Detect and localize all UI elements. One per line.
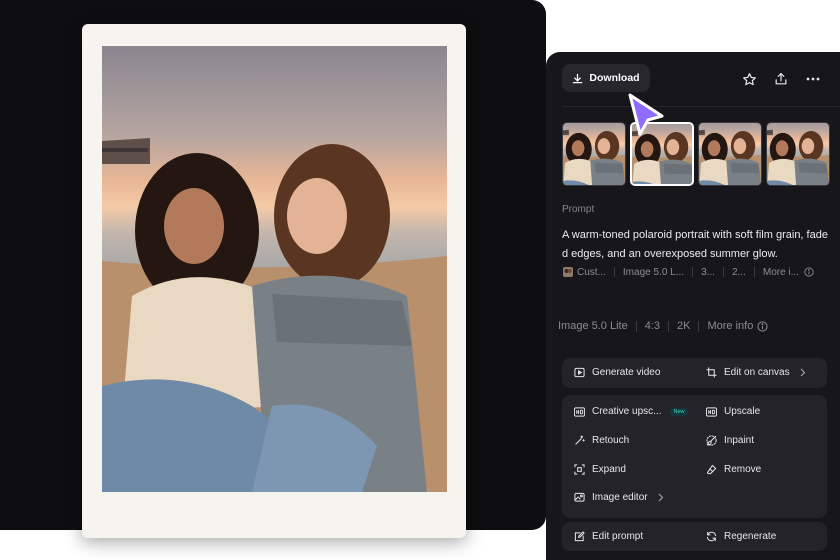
meta-chip-ratio[interactable]: 3... xyxy=(701,267,715,278)
star-icon[interactable] xyxy=(738,68,760,90)
spec-divider xyxy=(668,320,670,332)
pointer-cursor-icon xyxy=(626,92,666,143)
meta-chip-more[interactable]: More i... xyxy=(763,267,814,278)
more-info-link[interactable]: More info xyxy=(707,320,768,332)
prompt-text: A warm-toned polaroid portrait with soft… xyxy=(562,229,828,260)
regenerate-label: Regenerate xyxy=(724,531,777,542)
generate-video-button[interactable]: Generate video xyxy=(574,367,660,378)
meta-divider xyxy=(692,267,694,277)
thumbnail-1[interactable] xyxy=(562,122,626,186)
brush-icon xyxy=(706,435,717,446)
edit-prompt-button[interactable]: Edit prompt xyxy=(574,531,643,542)
share-icon[interactable] xyxy=(770,68,792,90)
meta-chip-more-label: More i... xyxy=(762,266,799,278)
meta-chip-resolution[interactable]: 2... xyxy=(732,267,746,278)
edit-prompt-label: Edit prompt xyxy=(592,531,644,542)
image-editor-button[interactable]: Image editor xyxy=(574,492,666,503)
chevron-right-icon xyxy=(797,367,808,378)
new-badge: New xyxy=(670,407,688,416)
spec-divider xyxy=(698,320,700,332)
retouch-label: Retouch xyxy=(592,435,630,446)
eraser-icon xyxy=(706,464,717,475)
download-button[interactable]: Download xyxy=(562,64,650,92)
more-info-label: More info xyxy=(707,320,754,332)
polaroid-frame xyxy=(82,24,466,538)
thumbnail-strip xyxy=(562,122,830,186)
meta-divider xyxy=(753,267,755,277)
prompt-label: Prompt xyxy=(562,204,595,215)
header-divider xyxy=(562,106,840,107)
more-icon[interactable] xyxy=(802,68,824,90)
retouch-button[interactable]: Retouch xyxy=(574,435,629,446)
primary-actions-card: Generate video Edit on canvas xyxy=(562,358,827,388)
prompt-meta-row: Cust... Image 5.0 L... 3... 2... More i.… xyxy=(562,265,832,279)
hd-icon xyxy=(706,406,717,417)
meta-divider xyxy=(613,267,615,277)
style-thumbnail-icon xyxy=(562,267,573,278)
creative-upscale-button[interactable]: Creative upsc... New xyxy=(574,406,688,417)
download-icon xyxy=(572,73,583,84)
generate-video-label: Generate video xyxy=(592,367,661,378)
regenerate-button[interactable]: Regenerate xyxy=(706,531,776,542)
expand-label: Expand xyxy=(592,464,626,475)
info-icon xyxy=(803,267,814,278)
chevron-right-icon xyxy=(655,492,666,503)
thumbnail-4[interactable] xyxy=(766,122,830,186)
creative-upscale-label: Creative upsc... xyxy=(592,406,662,417)
spec-ratio: 4:3 xyxy=(644,320,661,332)
crop-icon xyxy=(706,367,717,378)
edit-on-canvas-button[interactable]: Edit on canvas xyxy=(706,367,808,378)
video-icon xyxy=(574,367,585,378)
image-edit-icon xyxy=(574,492,585,503)
thumbnail-3[interactable] xyxy=(698,122,762,186)
spec-model: Image 5.0 Lite xyxy=(558,320,628,332)
upscale-button[interactable]: Upscale xyxy=(706,406,760,417)
remove-label: Remove xyxy=(724,464,762,475)
spec-row: Image 5.0 Lite 4:3 2K More info xyxy=(558,320,768,332)
inpaint-label: Inpaint xyxy=(724,435,755,446)
meta-chip-model[interactable]: Image 5.0 L... xyxy=(623,267,684,278)
prompt-actions-card: Edit prompt Regenerate xyxy=(562,522,827,551)
meta-chip-style-label: Cust... xyxy=(577,266,606,278)
editing-tools-card: Creative upsc... New Upscale Retouch Inp… xyxy=(562,395,827,518)
meta-divider xyxy=(722,267,724,277)
expand-icon xyxy=(574,464,585,475)
spec-divider xyxy=(635,320,637,332)
edit-prompt-icon xyxy=(574,531,585,542)
meta-chip-style[interactable]: Cust... xyxy=(562,267,606,278)
download-label: Download xyxy=(589,72,640,84)
details-panel: Download Prompt A warm-toned polaroid po… xyxy=(546,52,840,560)
image-stage xyxy=(0,0,546,538)
hd-icon xyxy=(574,406,585,417)
magic-wand-icon xyxy=(574,435,585,446)
remove-button[interactable]: Remove xyxy=(706,464,761,475)
inpaint-button[interactable]: Inpaint xyxy=(706,435,754,446)
info-icon xyxy=(757,320,768,332)
generated-image[interactable] xyxy=(102,46,447,492)
upscale-label: Upscale xyxy=(724,406,761,417)
expand-button[interactable]: Expand xyxy=(574,464,626,475)
refresh-icon xyxy=(706,531,717,542)
edit-on-canvas-label: Edit on canvas xyxy=(724,367,790,378)
image-editor-label: Image editor xyxy=(592,492,648,503)
spec-resolution: 2K xyxy=(677,320,691,332)
